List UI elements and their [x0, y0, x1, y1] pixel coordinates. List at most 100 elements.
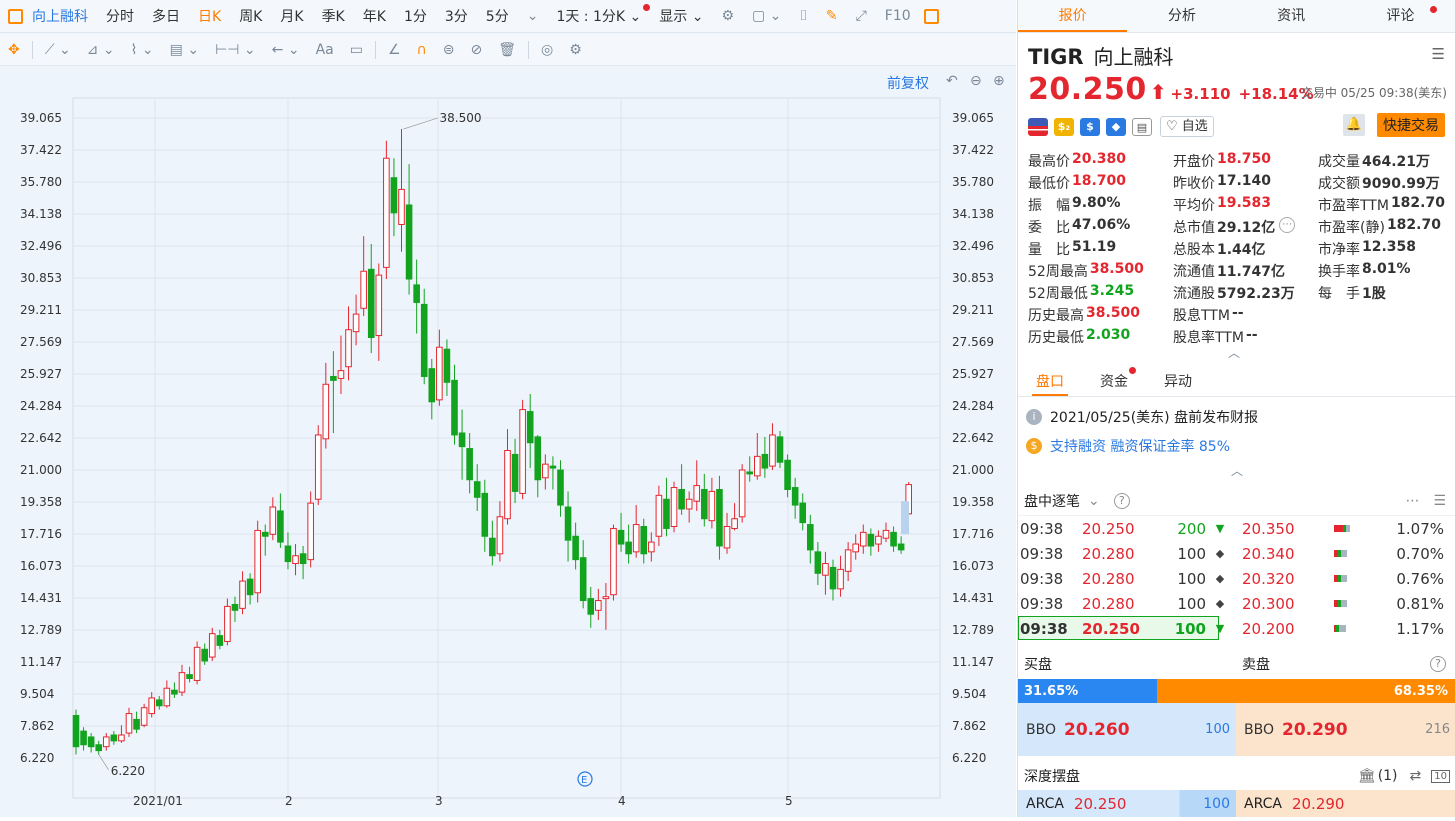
- swap-icon[interactable]: ⇄: [1410, 768, 1422, 784]
- channel-tool-icon[interactable]: ⊿ ⌄: [87, 42, 115, 58]
- stock-name-tab[interactable]: 向上融科: [23, 6, 97, 26]
- settings-icon[interactable]: ⚙: [712, 8, 743, 24]
- collapse-icon[interactable]: ︿: [1228, 344, 1240, 361]
- tab-funds[interactable]: 资金: [1082, 366, 1146, 391]
- period-tab[interactable]: 月K: [271, 6, 312, 26]
- news-item[interactable]: i 2021/05/25(美东) 盘前发布财报: [1018, 402, 1455, 431]
- undo-icon[interactable]: ↶: [946, 73, 958, 89]
- candle-body: [693, 485, 701, 502]
- period-tab[interactable]: 5分: [477, 6, 518, 26]
- trash-icon[interactable]: 🗑: [498, 42, 516, 58]
- candle-body: [663, 498, 670, 529]
- magnet-icon[interactable]: ∩: [417, 42, 427, 58]
- fib-tool-icon[interactable]: ▤ ⌄: [170, 42, 199, 58]
- notification-dot: [643, 4, 651, 11]
- text-tool-icon[interactable]: Aa: [316, 42, 334, 58]
- tick-volume: 100: [1177, 569, 1206, 588]
- period-tab[interactable]: 1分: [395, 6, 436, 26]
- bank-icon[interactable]: 🏛: [1358, 768, 1376, 784]
- period-tab[interactable]: 周K: [230, 6, 271, 26]
- tick-row: 09:38 20.280 100 ◆ 20.340 0.70%: [1018, 541, 1455, 566]
- stat-label: 52周最高: [1028, 264, 1088, 280]
- tick-direction-icon: ▼: [1215, 522, 1225, 535]
- period-tab[interactable]: 日K: [189, 6, 230, 26]
- adjust-button[interactable]: 前复权: [887, 73, 929, 93]
- lock-icon[interactable]: ⊜: [443, 42, 455, 58]
- tab-analysis[interactable]: 分析: [1127, 0, 1236, 32]
- dollar-icon[interactable]: $: [1080, 117, 1100, 136]
- period-tab[interactable]: 多日: [143, 6, 189, 26]
- camera-icon[interactable]: ⌷: [790, 8, 816, 24]
- bell-icon[interactable]: 🔔: [1343, 114, 1365, 136]
- candle-body: [549, 465, 557, 469]
- stat-row: 委 比 47.06% 总市值 29.12亿 ⋯ 市盈率(静) 182.70: [1028, 216, 1453, 238]
- level-icon[interactable]: 10: [1431, 769, 1450, 783]
- more-icon[interactable]: ⋯: [1405, 493, 1419, 509]
- stat-label: 52周最低: [1028, 286, 1088, 302]
- candlestick-chart[interactable]: 39.065 39.065 37.422 37.422 35.780 35.780 34.1…: [0, 67, 1016, 817]
- candle-body: [844, 549, 852, 572]
- quote-panel: 报价 分析 资讯 评论 TIGR 向上融科 ☰ 20.250 ⬆ +3.110 +…: [1017, 0, 1455, 817]
- quick-trade-button[interactable]: 快捷交易: [1377, 113, 1445, 137]
- tag-icon[interactable]: ◆: [1106, 117, 1126, 136]
- wave-tool-icon[interactable]: ⌇ ⌄: [131, 42, 154, 58]
- list-icon[interactable]: ☰: [1432, 45, 1445, 63]
- fullscreen-icon[interactable]: ⤢: [847, 8, 876, 24]
- arrow-tool-icon[interactable]: ← ⌄: [272, 42, 300, 58]
- depth-header: 深度摆盘 🏛 (1) ⇄ 10: [1018, 762, 1455, 790]
- stat-value: --: [1245, 327, 1258, 343]
- candle-body: [640, 526, 648, 555]
- chevron-down-icon[interactable]: ⌄: [1088, 493, 1100, 509]
- sidebar-toggle-icon[interactable]: [923, 8, 939, 24]
- tab-comments[interactable]: 评论: [1346, 0, 1455, 32]
- tab-events[interactable]: 异动: [1146, 371, 1210, 391]
- move-icon[interactable]: ✥: [8, 42, 20, 58]
- hide-icon[interactable]: ⊘: [471, 42, 483, 58]
- help-icon[interactable]: ?: [1430, 656, 1446, 672]
- settings-icon[interactable]: ⚙: [569, 42, 582, 58]
- link-icon[interactable]: ◎: [541, 42, 553, 58]
- price-tick-right: 14.431: [952, 591, 994, 605]
- color-box-icon[interactable]: ▢ ⌄: [743, 8, 790, 24]
- news-item[interactable]: $ 支持融资 融资保证金率 85%: [1018, 431, 1455, 460]
- tab-news[interactable]: 资讯: [1237, 0, 1346, 32]
- tick-time: 09:38: [1020, 569, 1064, 588]
- comment-tool-icon[interactable]: ▭: [350, 42, 363, 58]
- stat-row: 振 幅 9.80% 平均价 19.583 市盈率TTM 182.70: [1028, 194, 1453, 216]
- note-icon[interactable]: ▤: [1132, 117, 1152, 136]
- tab-orderbook[interactable]: 盘口: [1018, 371, 1082, 391]
- date-tick: 2021/01: [133, 794, 183, 808]
- display-dropdown[interactable]: 显示 ⌄: [650, 6, 712, 26]
- more-icon[interactable]: ⋯: [1279, 217, 1296, 233]
- stat-cell: 最低价 18.700: [1028, 173, 1173, 193]
- sell-ratio: 68.35%: [1156, 679, 1455, 703]
- bid-bbo: BBO 20.260 100: [1018, 703, 1236, 756]
- watchlist-button[interactable]: ♡ 自选: [1160, 116, 1214, 137]
- collapse-icon[interactable]: ︿: [1018, 462, 1455, 479]
- panel-toggle-icon[interactable]: [8, 8, 23, 24]
- chevron-down-icon[interactable]: ⌄: [518, 8, 548, 24]
- period-tab[interactable]: 年K: [354, 6, 395, 26]
- help-icon[interactable]: ?: [1113, 492, 1130, 509]
- period-tab[interactable]: 季K: [313, 6, 354, 26]
- period-tab[interactable]: 分时: [97, 6, 143, 26]
- candle-body: [193, 646, 201, 681]
- f10-button[interactable]: F10: [876, 8, 920, 24]
- measure-tool-icon[interactable]: ⊢⊣ ⌄: [215, 42, 256, 58]
- period-tab[interactable]: 3分: [436, 6, 477, 26]
- range-dropdown[interactable]: 1天 : 1分K ⌄: [547, 4, 651, 26]
- tick-direction-icon: ▼: [1215, 622, 1225, 635]
- price-tick-left: 19.358: [20, 495, 62, 509]
- line-tool-icon[interactable]: ⟋ ⌄: [45, 42, 71, 58]
- ruler-icon[interactable]: ∠: [388, 42, 401, 58]
- pencil-icon[interactable]: ✎: [817, 8, 847, 24]
- stat-cell: 换手率 8.01%: [1318, 261, 1453, 281]
- margin-icon[interactable]: $₂: [1054, 117, 1074, 136]
- candle-body: [292, 555, 299, 565]
- zoom-in-icon[interactable]: ⊕: [993, 73, 1005, 89]
- zoom-out-icon[interactable]: ⊖: [970, 73, 982, 89]
- tick-level-bar: [1334, 550, 1374, 558]
- list-view-icon[interactable]: ☰: [1433, 493, 1446, 509]
- tab-quote[interactable]: 报价: [1018, 0, 1128, 32]
- candle-body: [413, 284, 420, 303]
